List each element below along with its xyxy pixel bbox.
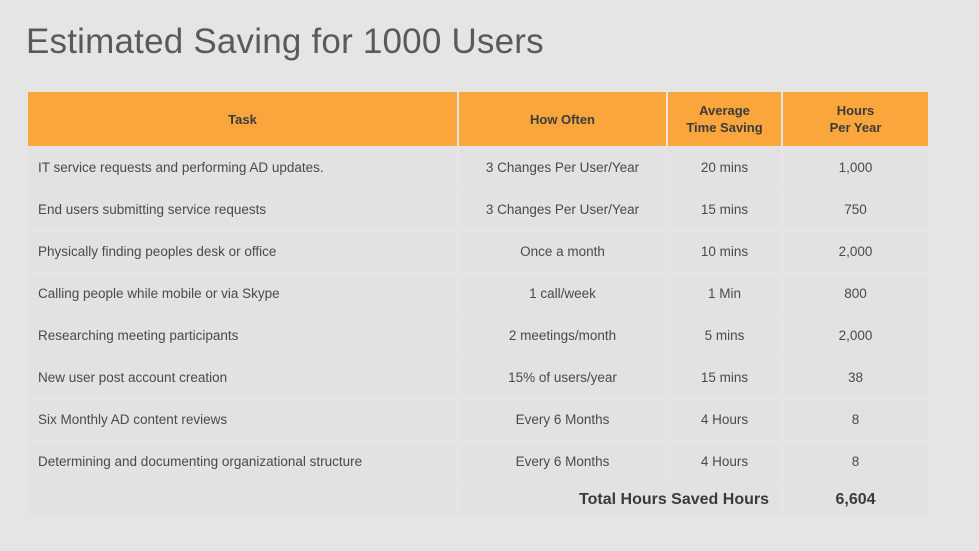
cell-how-often: 15% of users/year [459, 358, 666, 398]
cell-how-often: 2 meetings/month [459, 316, 666, 356]
cell-how-often: Every 6 Months [459, 400, 666, 440]
column-header-hours-per-year-line2: Per Year [829, 120, 882, 135]
cell-time-saving: 4 Hours [668, 442, 781, 482]
cell-how-often: Once a month [459, 232, 666, 272]
cell-hours-per-year: 38 [783, 358, 928, 398]
column-header-average-time-saving-line1: Average [699, 103, 750, 118]
column-header-hours-per-year-line1: Hours [836, 103, 875, 118]
column-header-task: Task [28, 92, 457, 146]
cell-how-often: 3 Changes Per User/Year [459, 148, 666, 188]
column-header-average-time-saving-line2: Time Saving [686, 120, 763, 135]
table-row: Calling people while mobile or via Skype… [28, 274, 928, 314]
cell-task: End users submitting service requests [28, 190, 457, 230]
cell-time-saving: 4 Hours [668, 400, 781, 440]
cell-how-often: 3 Changes Per User/Year [459, 190, 666, 230]
cell-time-saving: 5 mins [668, 316, 781, 356]
cell-hours-per-year: 2,000 [783, 232, 928, 272]
table-row: IT service requests and performing AD up… [28, 148, 928, 188]
cell-task: Calling people while mobile or via Skype [28, 274, 457, 314]
table-row: New user post account creation 15% of us… [28, 358, 928, 398]
cell-time-saving: 10 mins [668, 232, 781, 272]
savings-table: Task How Often Average Time Saving Hours… [26, 90, 930, 518]
column-header-hours-per-year: Hours Per Year [783, 92, 928, 146]
cell-task: Determining and documenting organization… [28, 442, 457, 482]
table-row: Researching meeting participants 2 meeti… [28, 316, 928, 356]
column-header-how-often: How Often [459, 92, 666, 146]
cell-hours-per-year: 1,000 [783, 148, 928, 188]
cell-total-blank [28, 484, 457, 516]
table-header: Task How Often Average Time Saving Hours… [28, 92, 928, 146]
cell-time-saving: 20 mins [668, 148, 781, 188]
cell-task: Six Monthly AD content reviews [28, 400, 457, 440]
table-row: Determining and documenting organization… [28, 442, 928, 482]
table-row: End users submitting service requests 3 … [28, 190, 928, 230]
cell-hours-per-year: 8 [783, 400, 928, 440]
cell-time-saving: 1 Min [668, 274, 781, 314]
slide-canvas: Estimated Saving for 1000 Users Task How… [0, 0, 979, 551]
table-total-row: Total Hours Saved Hours 6,604 [28, 484, 928, 516]
cell-task: Physically finding peoples desk or offic… [28, 232, 457, 272]
cell-hours-per-year: 2,000 [783, 316, 928, 356]
cell-time-saving: 15 mins [668, 190, 781, 230]
page-title: Estimated Saving for 1000 Users [26, 22, 544, 61]
cell-task: New user post account creation [28, 358, 457, 398]
cell-time-saving: 15 mins [668, 358, 781, 398]
table-body: IT service requests and performing AD up… [28, 148, 928, 516]
cell-how-often: 1 call/week [459, 274, 666, 314]
table-row: Six Monthly AD content reviews Every 6 M… [28, 400, 928, 440]
column-header-average-time-saving: Average Time Saving [668, 92, 781, 146]
table-header-row: Task How Often Average Time Saving Hours… [28, 92, 928, 146]
column-header-how-often-line1: How Often [530, 111, 595, 127]
cell-task: Researching meeting participants [28, 316, 457, 356]
cell-hours-per-year: 800 [783, 274, 928, 314]
table-row: Physically finding peoples desk or offic… [28, 232, 928, 272]
savings-table-container: Task How Often Average Time Saving Hours… [26, 90, 928, 518]
cell-hours-per-year: 8 [783, 442, 928, 482]
cell-total-value: 6,604 [783, 484, 928, 516]
cell-hours-per-year: 750 [783, 190, 928, 230]
cell-how-often: Every 6 Months [459, 442, 666, 482]
cell-total-label: Total Hours Saved Hours [459, 484, 781, 516]
column-header-task-line1: Task [228, 111, 257, 127]
cell-task: IT service requests and performing AD up… [28, 148, 457, 188]
